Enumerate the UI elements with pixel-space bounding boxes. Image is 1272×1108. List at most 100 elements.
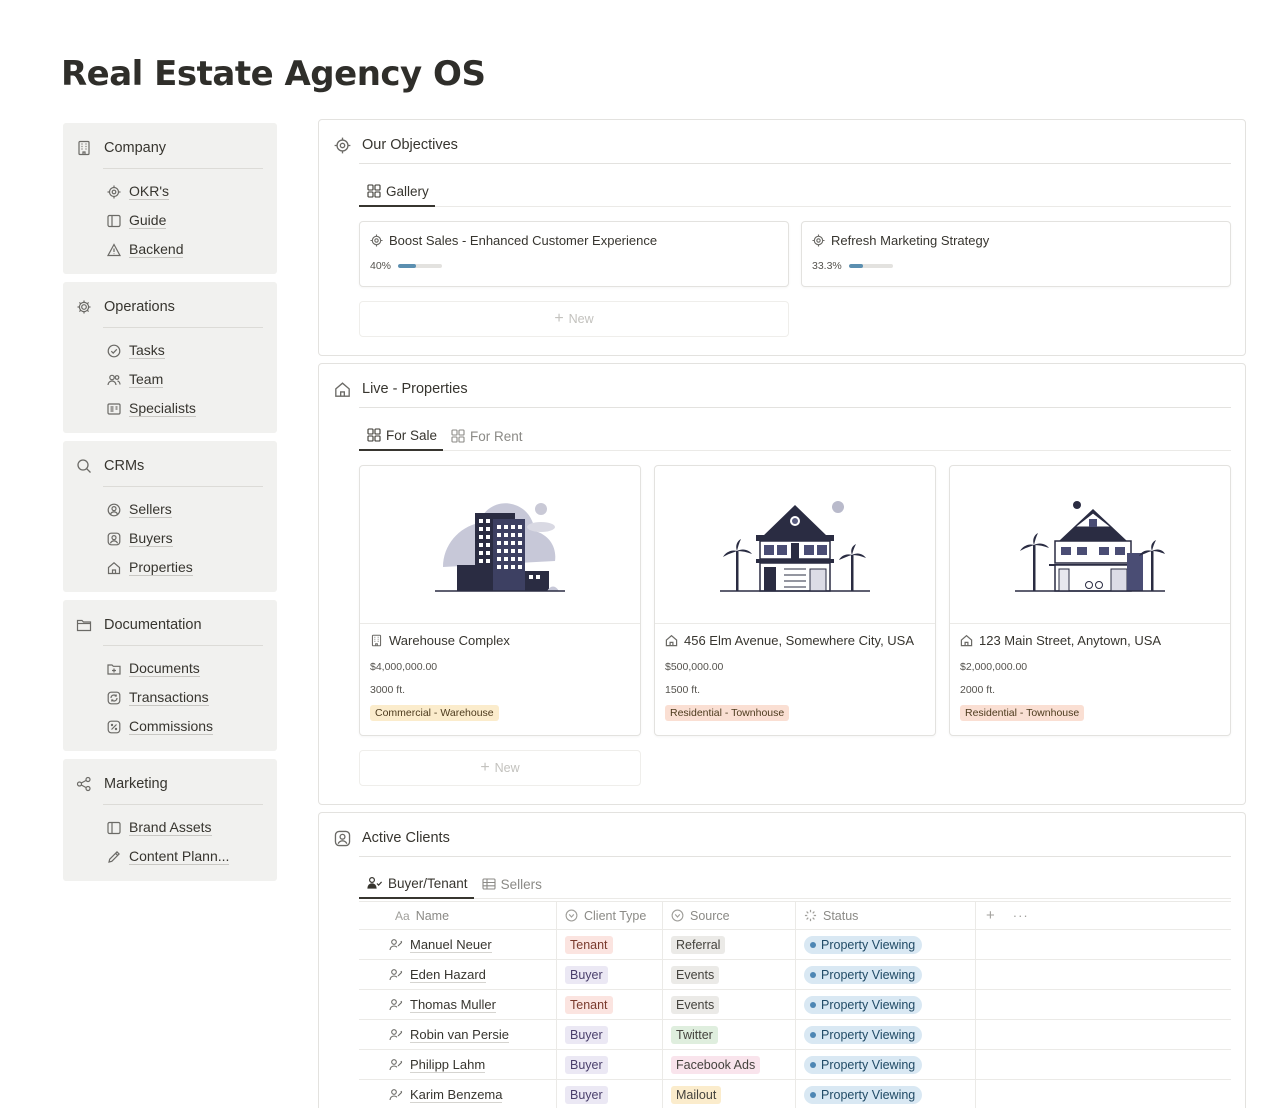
- sidebar-item-buyers[interactable]: Buyers: [75, 524, 263, 553]
- sidebar-item-documents[interactable]: Documents: [75, 654, 263, 683]
- source-tag[interactable]: Events: [671, 995, 720, 1014]
- status-dot: [810, 941, 816, 948]
- divider: [359, 856, 1231, 857]
- sidebar-group-operations: Operations Tasks Team Specialists: [63, 282, 277, 433]
- sidebar-heading-documentation[interactable]: Documentation: [75, 614, 263, 636]
- property-image: [950, 466, 1230, 624]
- property-name: 456 Elm Avenue, Somewhere City, USA: [684, 633, 915, 648]
- property-price: $2,000,000.00: [960, 661, 1028, 673]
- client-type-tag[interactable]: Buyer: [565, 1085, 608, 1104]
- property-price: $4,000,000.00: [370, 661, 438, 673]
- client-name[interactable]: Philipp Lahm: [410, 1057, 486, 1073]
- tab-gallery[interactable]: Gallery: [359, 177, 435, 207]
- source-tag[interactable]: Events: [671, 965, 720, 984]
- column-header-status[interactable]: Status: [796, 902, 976, 929]
- property-card[interactable]: Warehouse Complex $4,000,000.00 3000 ft.…: [359, 465, 641, 736]
- sidebar-item-specialists[interactable]: Specialists: [75, 394, 263, 423]
- sidebar-item-properties[interactable]: Properties: [75, 553, 263, 582]
- table-row[interactable]: Eden Hazard Buyer Events Property Viewin…: [359, 960, 1231, 990]
- sidebar-item-tasks[interactable]: Tasks: [75, 336, 263, 365]
- status-dot: [810, 971, 816, 978]
- book-icon: [106, 213, 122, 229]
- client-type-tag[interactable]: Tenant: [565, 935, 613, 954]
- tab-for-rent[interactable]: For Rent: [443, 421, 529, 451]
- more-options-button[interactable]: ···: [1013, 908, 1029, 923]
- column-header-source[interactable]: Source: [663, 902, 796, 929]
- sidebar-item-team[interactable]: Team: [75, 365, 263, 394]
- share-icon: [75, 775, 93, 793]
- sidebar-heading-company[interactable]: Company: [75, 137, 263, 159]
- person-edit-icon: [389, 968, 403, 981]
- sidebar-item-brand-assets[interactable]: Brand Assets: [75, 813, 263, 842]
- target-icon: [370, 234, 383, 247]
- sidebar-item-backend[interactable]: Backend: [75, 235, 263, 264]
- user-square-icon: [333, 829, 351, 847]
- status-badge[interactable]: Property Viewing: [804, 1085, 923, 1104]
- clients-heading[interactable]: Active Clients: [333, 829, 450, 847]
- objective-card[interactable]: Boost Sales - Enhanced Customer Experien…: [359, 221, 789, 287]
- properties-heading[interactable]: Live - Properties: [333, 380, 468, 398]
- source-tag[interactable]: Facebook Ads: [671, 1055, 761, 1074]
- property-name: 123 Main Street, Anytown, USA: [979, 633, 1162, 648]
- new-property-button[interactable]: + New: [359, 750, 641, 786]
- source-tag[interactable]: Referral: [671, 935, 726, 954]
- status-badge[interactable]: Property Viewing: [804, 1055, 923, 1074]
- property-name: Warehouse Complex: [389, 633, 510, 648]
- sidebar-heading-crms[interactable]: CRMs: [75, 455, 263, 477]
- status-badge[interactable]: Property Viewing: [804, 1025, 923, 1044]
- tab-for-sale[interactable]: For Sale: [359, 421, 444, 451]
- client-type-tag[interactable]: Buyer: [565, 965, 608, 984]
- client-name[interactable]: Manuel Neuer: [410, 937, 492, 953]
- home-icon: [665, 634, 678, 647]
- sidebar-item-commissions[interactable]: Commissions: [75, 712, 263, 741]
- gear-icon: [75, 298, 93, 316]
- property-card[interactable]: 123 Main Street, Anytown, USA $2,000,000…: [949, 465, 1231, 736]
- sidebar-group-crms: CRMs Sellers Buyers Properties: [63, 441, 277, 592]
- text-type-icon: Aa: [395, 908, 410, 923]
- client-name[interactable]: Eden Hazard: [410, 967, 486, 983]
- source-tag[interactable]: Mailout: [671, 1085, 722, 1104]
- divider: [103, 168, 263, 169]
- sidebar-item-content-planner[interactable]: Content Plann...: [75, 842, 263, 871]
- client-type-tag[interactable]: Buyer: [565, 1025, 608, 1044]
- status-badge[interactable]: Property Viewing: [804, 935, 923, 954]
- column-header-name[interactable]: Aa Name: [359, 902, 557, 929]
- status-dot: [810, 1091, 816, 1098]
- add-column-button[interactable]: +: [986, 907, 995, 924]
- tab-buyer-tenant[interactable]: Buyer/Tenant: [359, 869, 474, 899]
- sidebar-group-documentation: Documentation Documents Transactions Com…: [63, 600, 277, 751]
- user-circle-icon: [106, 502, 122, 518]
- sidebar-item-transactions[interactable]: Transactions: [75, 683, 263, 712]
- plus-icon: +: [480, 759, 490, 776]
- warning-icon: [106, 242, 122, 258]
- refresh-icon: [106, 690, 122, 706]
- progress-fill: [398, 264, 416, 268]
- table-row[interactable]: Thomas Muller Tenant Events Property Vie…: [359, 990, 1231, 1020]
- table-row[interactable]: Robin van Persie Buyer Twitter Property …: [359, 1020, 1231, 1050]
- new-objective-button[interactable]: + New: [359, 301, 789, 337]
- client-type-tag[interactable]: Tenant: [565, 995, 613, 1014]
- table-row[interactable]: Philipp Lahm Buyer Facebook Ads Property…: [359, 1050, 1231, 1080]
- folder-plus-icon: [106, 661, 122, 677]
- source-tag[interactable]: Twitter: [671, 1025, 718, 1044]
- status-badge[interactable]: Property Viewing: [804, 965, 923, 984]
- tab-sellers[interactable]: Sellers: [474, 869, 548, 899]
- table-row[interactable]: Manuel Neuer Tenant Referral Property Vi…: [359, 930, 1231, 960]
- objective-title: Refresh Marketing Strategy: [831, 233, 990, 248]
- objective-card[interactable]: Refresh Marketing Strategy 33.3%: [801, 221, 1231, 287]
- sidebar-item-guide[interactable]: Guide: [75, 206, 263, 235]
- property-card[interactable]: 456 Elm Avenue, Somewhere City, USA $500…: [654, 465, 936, 736]
- sidebar-item-sellers[interactable]: Sellers: [75, 495, 263, 524]
- sidebar-heading-operations[interactable]: Operations: [75, 296, 263, 318]
- client-name[interactable]: Thomas Muller: [410, 997, 496, 1013]
- status-badge[interactable]: Property Viewing: [804, 995, 923, 1014]
- client-type-tag[interactable]: Buyer: [565, 1055, 608, 1074]
- sidebar-heading-marketing[interactable]: Marketing: [75, 773, 263, 795]
- client-name[interactable]: Robin van Persie: [410, 1027, 509, 1043]
- id-card-icon: [106, 401, 122, 417]
- table-row[interactable]: Karim Benzema Buyer Mailout Property Vie…: [359, 1080, 1231, 1108]
- objectives-heading[interactable]: Our Objectives: [333, 136, 458, 154]
- sidebar-item-okrs[interactable]: OKR's: [75, 177, 263, 206]
- client-name[interactable]: Karim Benzema: [410, 1087, 503, 1103]
- column-header-client-type[interactable]: Client Type: [557, 902, 663, 929]
